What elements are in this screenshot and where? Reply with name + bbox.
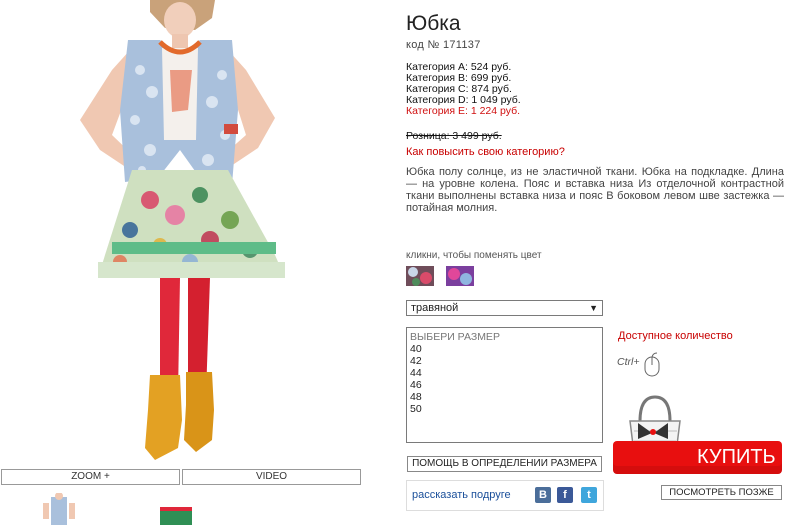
product-photo[interactable] — [0, 0, 362, 466]
thumbnail-image — [43, 493, 75, 525]
size-placeholder: ВЫБЕРИ РАЗМЕР — [410, 331, 500, 343]
color-hint: кликни, чтобы поменять цвет — [406, 250, 542, 261]
video-button[interactable]: VIDEO — [182, 469, 361, 485]
color-swatch-herbal[interactable] — [406, 266, 434, 286]
zoom-button[interactable]: ZOOM + — [1, 469, 180, 485]
mouse-icon — [644, 352, 660, 377]
retail-price: Розница: 3 499 руб. — [406, 130, 502, 142]
price-list: Категория А: 524 руб. Категория B: 699 р… — [406, 62, 521, 117]
share-friend-link[interactable]: рассказать подруге — [412, 489, 511, 501]
color-select[interactable]: травяной ▼ — [406, 300, 603, 316]
size-option[interactable]: 42 — [410, 355, 602, 367]
price-category-e: Категория E: 1 224 руб. — [406, 105, 521, 117]
color-select-value: травяной — [411, 302, 459, 314]
availability-label: Доступное количество — [618, 330, 733, 342]
model-illustration — [80, 0, 285, 460]
dropdown-arrow-icon: ▼ — [589, 303, 598, 313]
size-option[interactable]: 48 — [410, 391, 602, 403]
buy-button[interactable]: КУПИТЬ — [613, 441, 782, 474]
product-code: код № 171137 — [406, 39, 481, 51]
upgrade-category-link[interactable]: Как повысить свою категорию? — [406, 146, 565, 158]
size-option[interactable]: 50 — [410, 403, 602, 415]
view-later-button[interactable]: ПОСМОТРЕТЬ ПОЗЖЕ — [661, 485, 782, 500]
size-list[interactable]: ВЫБЕРИ РАЗМЕР 40 42 44 46 48 50 — [406, 327, 603, 443]
swatch-image — [406, 266, 434, 286]
vk-icon[interactable]: В — [535, 487, 551, 503]
size-option[interactable]: 46 — [410, 379, 602, 391]
twitter-icon[interactable]: t — [581, 487, 597, 503]
product-title: Юбка — [406, 12, 461, 35]
gallery-thumbnail[interactable] — [37, 493, 81, 525]
size-option[interactable]: 40 — [410, 343, 602, 355]
thumbnail-image — [160, 507, 192, 525]
color-swatch-pink[interactable] — [446, 266, 474, 286]
facebook-icon[interactable]: f — [557, 487, 573, 503]
size-help-button[interactable]: ПОМОЩЬ В ОПРЕДЕЛЕНИИ РАЗМЕРА — [407, 456, 602, 472]
size-option[interactable]: 44 — [410, 367, 602, 379]
ctrl-hint-text: Ctrl+ — [617, 356, 640, 368]
swatch-image — [446, 266, 474, 286]
product-description: Юбка полу солнце, из не эластичной ткани… — [406, 166, 784, 214]
gallery-thumbnail[interactable] — [158, 493, 194, 525]
buy-button-label: КУПИТЬ — [697, 446, 776, 468]
ctrl-hint: Ctrl+ — [617, 356, 639, 368]
